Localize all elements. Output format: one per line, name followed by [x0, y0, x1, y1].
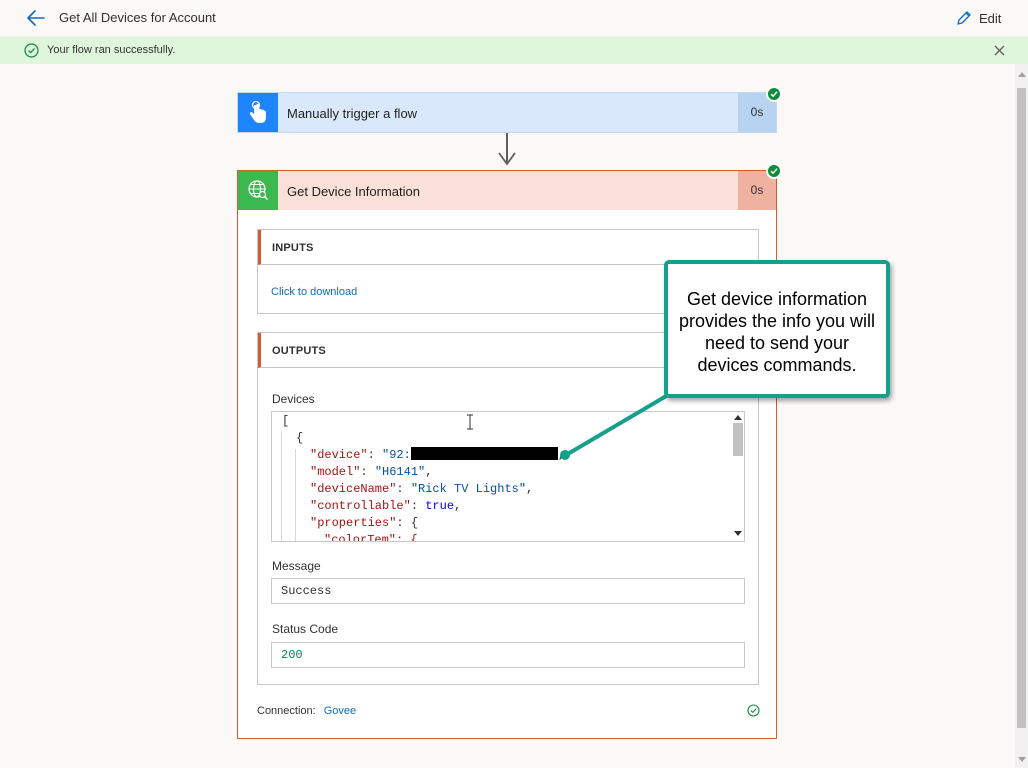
scrollbar-thumb[interactable] — [1017, 88, 1026, 728]
action-card: Get Device Information 0s INPUTS Click t… — [237, 170, 777, 739]
json-key: "deviceName" — [310, 482, 397, 496]
page-scrollbar[interactable] — [1015, 64, 1028, 768]
check-icon — [770, 91, 778, 98]
callout-box: Get device information provides the info… — [664, 260, 890, 398]
connection-link[interactable]: Govee — [324, 705, 356, 717]
json-string: "H6141" — [374, 465, 426, 479]
json-punct: { — [296, 431, 304, 445]
message-value: Success — [271, 578, 745, 604]
action-header[interactable]: Get Device Information 0s — [238, 171, 776, 210]
json-key: "properties" — [310, 516, 397, 530]
devices-label: Devices — [272, 392, 315, 406]
message-label: Message — [272, 559, 321, 573]
scroll-down-icon[interactable] — [734, 531, 742, 536]
json-line: "properties": { — [310, 516, 419, 530]
trigger-icon-box — [238, 93, 278, 132]
connection-row: Connection: Govee — [257, 705, 356, 717]
action-title: Get Device Information — [287, 184, 420, 199]
close-icon[interactable] — [993, 44, 1006, 57]
json-line: "device": "92:, — [310, 447, 566, 462]
connection-label: Connection: — [257, 705, 316, 717]
status-code-label: Status Code — [272, 622, 339, 636]
json-string: "Rick TV Lights" — [410, 482, 527, 496]
callout-text: Get device information provides the info… — [678, 289, 876, 375]
scroll-up-icon[interactable] — [734, 415, 742, 420]
check-icon — [770, 168, 778, 175]
text-cursor-icon — [467, 414, 473, 430]
inputs-heading: INPUTS — [272, 242, 314, 254]
json-key: "device" — [310, 448, 368, 462]
indent-guide — [281, 432, 282, 541]
page-title: Get All Devices for Account — [59, 10, 216, 25]
download-link[interactable]: Click to download — [271, 286, 357, 298]
devices-json-viewer[interactable]: [ { "device": "92:, "model": "H6141", "d… — [271, 411, 745, 542]
indent-guide — [295, 449, 296, 541]
outputs-heading: OUTPUTS — [272, 345, 326, 357]
json-line: { — [296, 430, 303, 447]
json-key: "colorTem": { — [324, 533, 418, 542]
back-button[interactable] — [26, 9, 46, 27]
redacted-value — [410, 447, 558, 460]
json-line: "model": "H6141", — [310, 465, 433, 479]
json-line: "deviceName": "Rick TV Lights", — [310, 482, 534, 496]
json-punct: [ — [282, 414, 290, 428]
scroll-up-icon[interactable] — [1018, 72, 1026, 77]
json-line: "controllable": true, — [310, 499, 462, 513]
pencil-icon — [957, 11, 971, 25]
action-icon-box — [238, 171, 278, 210]
banner-message: Your flow ran successfully. — [47, 44, 176, 56]
status-code-value: 200 — [271, 642, 745, 668]
connection-ok-icon — [747, 704, 760, 717]
json-scrollbar-thumb[interactable] — [733, 423, 743, 456]
edit-button[interactable]: Edit — [956, 9, 1001, 27]
edit-label: Edit — [979, 10, 1002, 26]
globe-search-icon — [248, 180, 269, 201]
json-key: "controllable" — [310, 499, 411, 513]
json-line: "colorTem": { — [324, 532, 418, 542]
scroll-down-icon[interactable] — [1018, 757, 1026, 762]
trigger-success-badge — [766, 86, 782, 102]
json-bool: true — [425, 499, 455, 513]
action-success-badge — [766, 163, 782, 179]
json-punct: { — [410, 516, 419, 530]
trigger-title: Manually trigger a flow — [287, 106, 418, 121]
back-arrow-icon — [27, 10, 45, 26]
json-line: [ — [282, 413, 289, 430]
hand-tap-icon — [249, 100, 266, 123]
json-string: "92: — [382, 448, 411, 462]
success-check-icon — [24, 43, 39, 58]
arrow-down-icon — [498, 152, 516, 166]
json-key: "model" — [310, 465, 361, 479]
json-scrollbar[interactable] — [731, 412, 744, 541]
trigger-card[interactable]: Manually trigger a flow 0s — [237, 92, 777, 133]
header-bar: Get All Devices for Account Edit — [0, 0, 1028, 37]
success-banner: Your flow ran successfully. — [0, 37, 1028, 64]
